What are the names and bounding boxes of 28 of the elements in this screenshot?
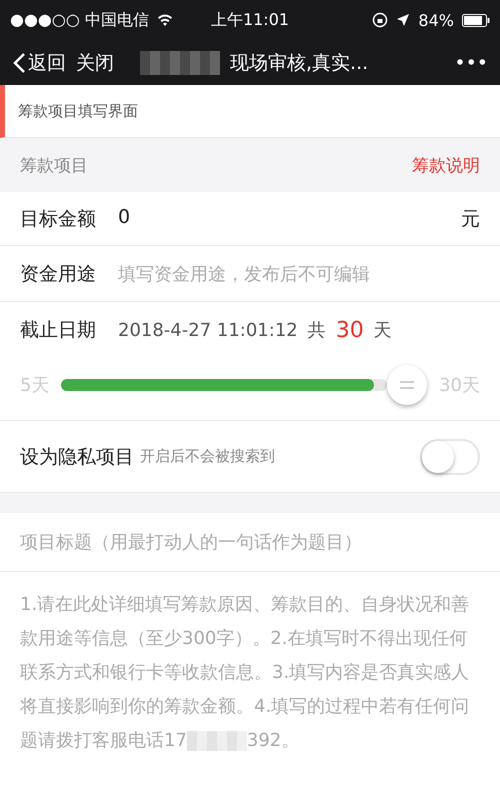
page-title: 现场审核,真实...: [230, 50, 370, 76]
field-label: 截止日期: [20, 318, 96, 343]
unit-label: 元: [461, 206, 480, 232]
notice-text: 筹款项目填写界面: [18, 102, 138, 120]
carrier-label: ●●●○○ 中国电信: [10, 10, 149, 30]
help-link[interactable]: 筹款说明: [412, 154, 480, 176]
amount-value[interactable]: 0: [118, 206, 130, 232]
total-suffix: 天: [374, 319, 392, 342]
close-button[interactable]: 关闭: [76, 50, 114, 76]
battery-icon: [462, 14, 490, 26]
slider-thumb[interactable]: [387, 365, 428, 405]
clock-label: 上午11:01: [210, 10, 290, 30]
privacy-toggle[interactable]: [420, 438, 480, 474]
rotation-lock-icon: [372, 12, 388, 28]
location-arrow-icon: [396, 13, 410, 27]
days-count: 30: [336, 318, 364, 342]
section-title: 筹款项目: [20, 154, 88, 176]
chevron-left-icon: [12, 52, 26, 74]
hint-text: 开启后不会被搜索到: [140, 447, 275, 466]
back-button[interactable]: 返回: [12, 50, 66, 76]
wifi-icon: [156, 14, 173, 26]
battery-percent: 84%: [418, 10, 454, 30]
field-label: 资金用途: [20, 262, 96, 286]
total-prefix: 共: [308, 319, 326, 342]
deadline-date[interactable]: 2018-4-27 11:01:12: [118, 320, 298, 340]
field-label: 设为隐私项目: [20, 444, 134, 470]
more-button[interactable]: •••: [454, 52, 488, 74]
field-label: 目标金额: [20, 206, 96, 232]
